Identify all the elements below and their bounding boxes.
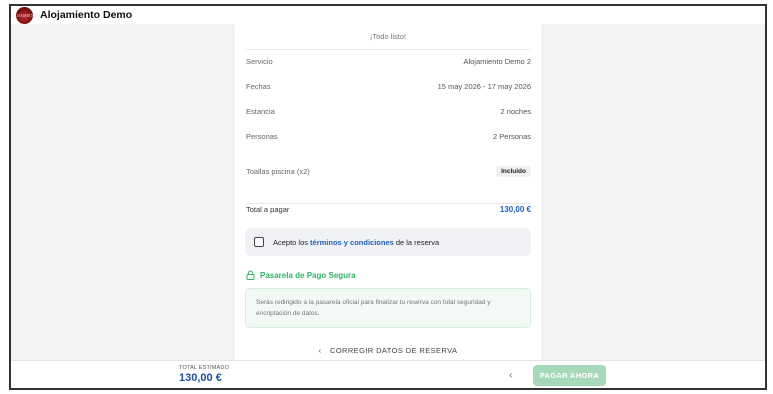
included-badge: Incluido	[496, 166, 531, 177]
summary-row-service: Servicio Alojamiento Demo 2	[246, 57, 531, 66]
back-chevron-icon[interactable]: ‹	[509, 370, 512, 381]
estimated-total-value: 130,00 €	[179, 372, 222, 384]
terms-checkbox[interactable]	[254, 237, 264, 247]
browser-frame: ALOJAMIENTO Alojamiento Demo ¡Todo listo…	[9, 4, 767, 390]
secure-description: Serás redirigido a la pasarela oficial p…	[256, 299, 491, 317]
edit-booking-link[interactable]: ‹ CORREGIR DATOS DE RESERVA	[235, 346, 541, 355]
divider	[245, 49, 531, 50]
row-label: Personas	[246, 132, 278, 141]
divider	[245, 203, 531, 204]
summary-row-stay: Estancia 2 noches	[246, 107, 531, 116]
chevron-left-icon: ‹	[318, 346, 322, 355]
edit-booking-label: CORREGIR DATOS DE RESERVA	[330, 346, 458, 355]
total-row: Total a pagar 130,00 €	[246, 205, 531, 214]
row-value: 2 Personas	[493, 132, 531, 141]
app-title: Alojamiento Demo	[40, 9, 133, 21]
total-label: Total a pagar	[246, 205, 290, 214]
terms-link[interactable]: términos y condiciones	[310, 238, 394, 247]
row-value: Alojamiento Demo 2	[463, 57, 531, 66]
logo-text: ALOJAMIENTO	[9, 12, 40, 18]
secure-title: Pasarela de Pago Segura	[260, 270, 356, 280]
terms-prefix: Acepto los	[273, 237, 309, 247]
booking-summary-card: ¡Todo listo! Servicio Alojamiento Demo 2…	[235, 20, 541, 366]
terms-suffix: de la reserva	[395, 237, 440, 247]
terms-acceptance[interactable]: Acepto los términos y condiciones de la …	[245, 228, 531, 256]
row-value: 2 noches	[500, 107, 531, 116]
row-label: Fechas	[246, 82, 271, 91]
lock-icon	[246, 270, 255, 280]
ready-heading: ¡Todo listo!	[369, 32, 407, 41]
secure-info-box: Serás redirigido a la pasarela oficial p…	[245, 288, 531, 328]
row-label: Estancia	[246, 107, 275, 116]
secure-payment-heading: Pasarela de Pago Segura	[246, 270, 356, 280]
total-value: 130,00 €	[499, 205, 531, 214]
summary-row-extra: Toallas piscina (x2) Incluido	[246, 166, 531, 177]
estimated-total-label: TOTAL ESTIMADO	[179, 365, 230, 371]
row-value: 15 may 2026 - 17 may 2026	[437, 82, 531, 91]
summary-row-people: Personas 2 Personas	[246, 132, 531, 141]
row-label: Servicio	[246, 57, 273, 66]
footer-bar: TOTAL ESTIMADO 130,00 € ‹ PAGAR AHORA	[11, 360, 765, 388]
summary-row-dates: Fechas 15 may 2026 - 17 may 2026	[246, 82, 531, 91]
brand-logo: ALOJAMIENTO	[11, 6, 39, 24]
row-label: Toallas piscina (x2)	[246, 167, 310, 176]
pay-now-button[interactable]: PAGAR AHORA	[533, 365, 606, 386]
